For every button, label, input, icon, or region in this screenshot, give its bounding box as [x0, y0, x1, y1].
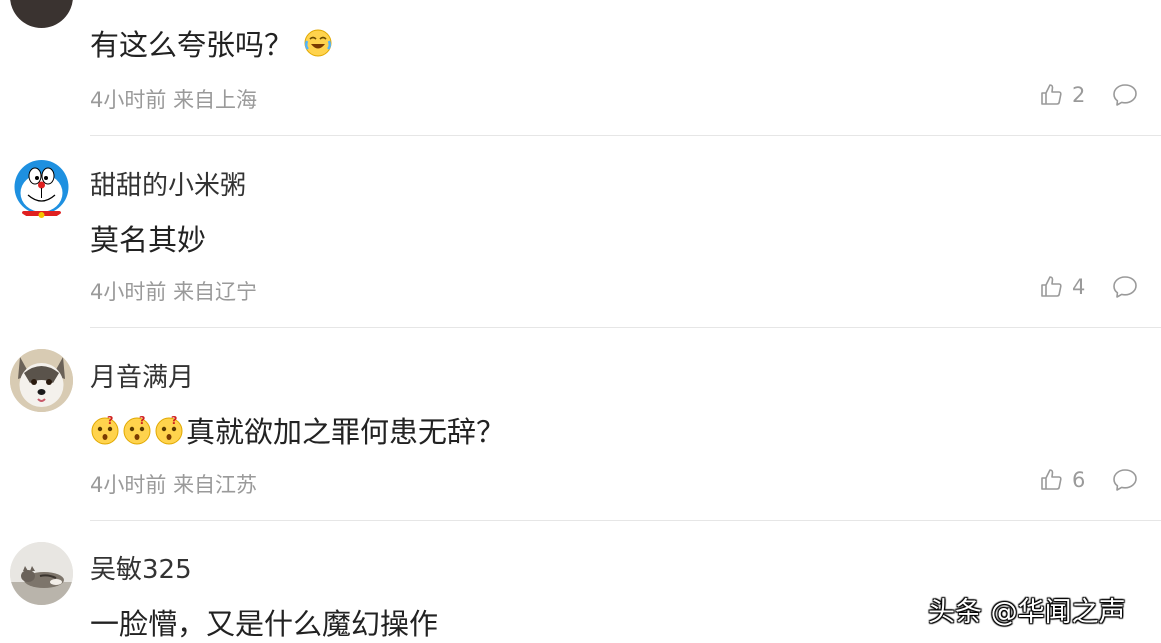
comment-location: 来自上海 — [173, 88, 258, 112]
thumbs-up-icon — [1041, 276, 1062, 297]
username[interactable]: 月音满月 — [90, 357, 194, 394]
husky-avatar-icon — [10, 349, 73, 412]
comment-bubble-icon — [1113, 276, 1137, 298]
confused-emoji: ? — [155, 415, 183, 445]
comment-content: 莫名其妙 — [90, 223, 207, 257]
divider — [90, 520, 1161, 521]
svg-text:?: ? — [139, 415, 145, 427]
avatar[interactable] — [10, 349, 73, 412]
avatar[interactable] — [10, 157, 73, 220]
watermark: 头条 @华闻之声 — [928, 597, 1126, 628]
comment-content: 一脸懵，又是什么魔幻操作 — [90, 607, 439, 641]
like-count: 2 — [1072, 83, 1086, 107]
comment-content: ? ? ? 真就欲加之罪何患无辞？ — [90, 409, 505, 451]
divider — [90, 327, 1161, 328]
laugh-cry-emoji — [304, 29, 332, 57]
like-button[interactable]: 4 — [1040, 275, 1085, 299]
avatar[interactable] — [10, 542, 73, 605]
reply-button[interactable] — [1112, 468, 1138, 496]
like-button[interactable]: 6 — [1040, 468, 1085, 492]
doraemon-avatar-icon — [14, 160, 69, 218]
like-count: 6 — [1072, 468, 1086, 492]
avatar[interactable] — [10, 0, 73, 28]
comment-meta: 4小时前 来自辽宁 — [90, 276, 257, 306]
comment-time: 4小时前 — [90, 473, 167, 497]
thumbs-up-icon — [1041, 84, 1062, 105]
comment-location: 来自江苏 — [173, 473, 258, 497]
comment-meta: 4小时前 来自江苏 — [90, 469, 257, 499]
like-count: 4 — [1072, 275, 1086, 299]
username[interactable]: 甜甜的小米粥 — [90, 165, 246, 202]
svg-text:?: ? — [107, 415, 113, 427]
confused-emoji: ? — [91, 415, 119, 445]
thumbs-up-icon — [1041, 469, 1062, 490]
reply-button[interactable] — [1112, 275, 1138, 303]
comment-content: 有这么夸张吗？ — [90, 22, 335, 64]
svg-text:?: ? — [171, 415, 177, 427]
comment-bubble-icon — [1113, 84, 1137, 106]
comment-time: 4小时前 — [90, 280, 167, 304]
like-button[interactable]: 2 — [1040, 83, 1085, 107]
comment-bubble-icon — [1113, 469, 1137, 491]
comment-location: 来自辽宁 — [173, 280, 258, 304]
username[interactable]: 吴敏325 — [90, 549, 192, 586]
reply-button[interactable] — [1112, 83, 1138, 111]
comment-meta: 4小时前 来自上海 — [90, 84, 257, 114]
cat-avatar-icon — [10, 542, 73, 605]
confused-emoji: ? — [123, 415, 151, 445]
divider — [90, 135, 1161, 136]
comment-time: 4小时前 — [90, 88, 167, 112]
